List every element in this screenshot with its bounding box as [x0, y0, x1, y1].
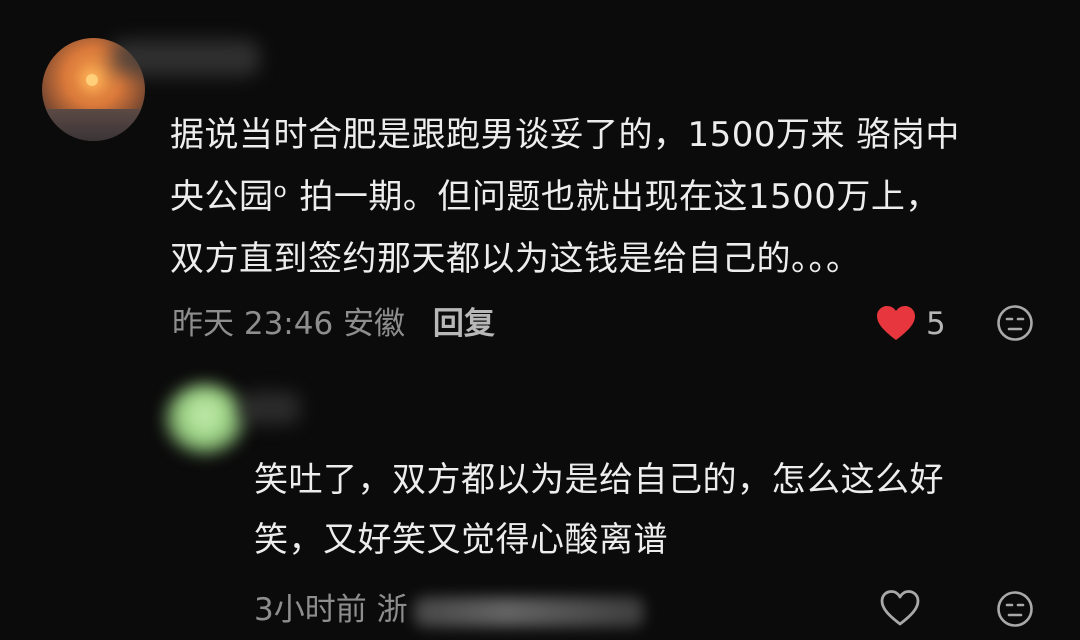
comment-thread: 据说当时合肥是跟跑男谈妥了的，1500万来 骆岗中 央公园ᵒ 拍一期。但问题也就… — [0, 0, 1080, 640]
comment-time: 昨天 23:46 — [172, 306, 334, 342]
comment-line: 据说当时合肥是跟跑男谈妥了的，1500万来 骆岗中 — [170, 115, 960, 155]
reply-body: 笑吐了，双方都以为是给自己的，怎么这么好 笑，又好笑又觉得心酸离谱 — [254, 450, 1054, 570]
avatar-sun — [86, 74, 98, 86]
heart-icon[interactable] — [880, 590, 920, 628]
avatar-landscape — [42, 109, 145, 141]
reply-meta: 3小时前 浙 — [254, 586, 684, 634]
neutral-face-icon[interactable] — [996, 590, 1034, 628]
heart-icon[interactable] — [876, 306, 916, 342]
reply-line: 笑吐了，双方都以为是给自己的，怎么这么好 — [254, 460, 944, 500]
comment-location: 安徽 — [343, 306, 406, 342]
reply-avatar[interactable] — [165, 384, 245, 454]
reply-button[interactable]: 回复 — [433, 306, 495, 342]
neutral-face-icon[interactable] — [996, 304, 1034, 342]
username-blurred[interactable] — [110, 40, 260, 76]
reply-location: 浙 — [376, 592, 408, 628]
comment-meta: 昨天 23:46 安徽 回复 — [172, 300, 1052, 348]
reply-time: 3小时前 — [254, 592, 367, 628]
comment-line: 双方直到签约那天都以为这钱是给自己的。。。 — [170, 239, 861, 279]
comment-body: 据说当时合肥是跟跑男谈妥了的，1500万来 骆岗中 央公园ᵒ 拍一期。但问题也就… — [170, 104, 1050, 290]
reply-line: 笑，又好笑又觉得心酸离谱 — [254, 520, 668, 560]
blurred-meta — [413, 596, 644, 627]
like-count: 5 — [926, 306, 946, 342]
reply-username-blurred[interactable] — [240, 392, 300, 424]
comment-line: 央公园ᵒ 拍一期。但问题也就出现在这1500万上， — [170, 177, 940, 217]
